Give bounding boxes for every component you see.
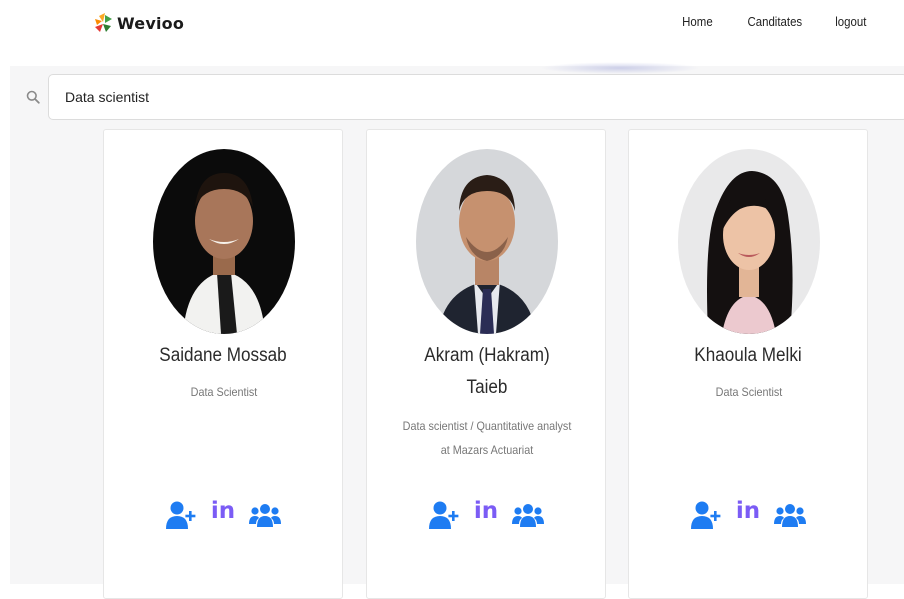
users-group-icon — [249, 504, 282, 527]
wevioo-logo-icon — [95, 13, 112, 32]
card-actions: in — [629, 499, 867, 530]
linkedin-link[interactable]: in — [211, 499, 235, 523]
add-candidate-button[interactable] — [428, 500, 460, 530]
view-team-button[interactable] — [774, 502, 807, 528]
candidate-name: Akram (Hakram) Taieb — [424, 345, 550, 398]
linkedin-link[interactable]: in — [736, 499, 760, 523]
card-actions: in — [104, 499, 342, 530]
search-icon — [26, 90, 40, 104]
users-group-icon — [774, 504, 807, 527]
linkedin-link[interactable]: in — [474, 499, 498, 523]
search-input[interactable] — [48, 74, 904, 120]
nav-logout-link[interactable]: logout — [835, 14, 866, 29]
decorative-glow — [540, 62, 700, 74]
user-plus-icon — [428, 501, 459, 529]
candidate-name: Saidane Mossab — [159, 345, 287, 366]
avatar — [153, 149, 295, 334]
candidate-title: Data Scientist — [715, 385, 783, 399]
view-team-button[interactable] — [512, 502, 545, 528]
candidate-card: Akram (Hakram) Taieb Data scientist / Qu… — [366, 129, 606, 599]
add-candidate-button[interactable] — [690, 500, 722, 530]
search-bar — [10, 74, 904, 122]
user-plus-icon — [690, 501, 721, 529]
candidate-name: Khaoula Melki — [694, 345, 802, 366]
nav-home-link[interactable]: Home — [682, 14, 713, 29]
avatar — [416, 149, 558, 334]
nav-candidates-link[interactable]: Canditates — [748, 14, 803, 29]
view-team-button[interactable] — [249, 502, 282, 528]
candidate-title: Data Scientist — [190, 385, 258, 399]
brand-logo[interactable]: Wevioo — [93, 10, 184, 36]
candidate-card: Khaoula Melki Data Scientist in — [628, 129, 868, 599]
navbar: Wevioo Home Canditates logout — [0, 0, 904, 66]
avatar — [678, 149, 820, 334]
brand-name: Wevioo — [117, 13, 185, 33]
candidate-title: Data scientist / Quantitative analyst at… — [402, 419, 572, 457]
add-candidate-button[interactable] — [165, 500, 197, 530]
user-plus-icon — [165, 501, 196, 529]
nav-links: Home Canditates logout — [650, 14, 866, 29]
candidate-card: Saidane Mossab Data Scientist in — [103, 129, 343, 599]
card-actions: in — [367, 499, 605, 530]
users-group-icon — [512, 504, 545, 527]
